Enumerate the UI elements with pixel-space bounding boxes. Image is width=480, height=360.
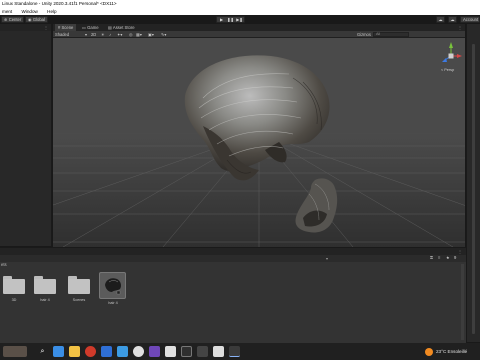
opera-icon[interactable] bbox=[85, 346, 96, 357]
lighting-toggle-icon[interactable]: ☀ bbox=[101, 32, 105, 37]
cloud-icon[interactable]: ☁ bbox=[448, 16, 457, 23]
unity-editor-icon[interactable] bbox=[213, 346, 224, 357]
project-breadcrumb[interactable]: ets bbox=[1, 262, 7, 267]
weather-icon bbox=[425, 348, 433, 356]
pause-button[interactable]: ❚❚ bbox=[226, 17, 235, 22]
scene-view-toolbar: Shaded ▾ 2D ☀ ♪ ✦▾ ◎ ▦▾ ▣▾ ✎▾ Gizmos All bbox=[53, 31, 465, 38]
collab-icon[interactable]: ☁ bbox=[436, 16, 445, 23]
game-tab-icon: ▭ bbox=[82, 25, 86, 30]
scene-tab-icon: # bbox=[58, 25, 61, 30]
asset-label: hair 4 bbox=[108, 301, 118, 305]
file-explorer-icon[interactable] bbox=[69, 346, 80, 357]
projection-label[interactable]: < Persp bbox=[441, 68, 454, 72]
menu-item-ment[interactable]: ment bbox=[2, 8, 12, 15]
asset-label: 3D bbox=[11, 298, 17, 302]
project-scrollbar[interactable] bbox=[461, 264, 464, 340]
center-icon: ⊕ bbox=[4, 17, 8, 22]
shading-mode-dropdown[interactable]: Shaded bbox=[55, 32, 69, 37]
mail-icon[interactable] bbox=[101, 346, 112, 357]
effects-dropdown-icon[interactable]: ✦▾ bbox=[117, 32, 123, 37]
audio-toggle-icon[interactable]: ♪ bbox=[109, 32, 111, 37]
taskview-icon[interactable] bbox=[53, 346, 64, 357]
lock-icon[interactable]: ⚿ bbox=[430, 255, 433, 260]
windows-taskbar: ⌕ 23°C Ensoleillé bbox=[0, 343, 480, 360]
account-button[interactable]: Account bbox=[460, 16, 480, 23]
scene-tab-label: Scene bbox=[61, 25, 74, 30]
count-badge: 9 bbox=[454, 255, 457, 260]
scene-tab-strip: # Scene ▭ Game ▤ Asset Store ⋮ bbox=[53, 24, 465, 31]
menu-bar: ment Window Help bbox=[0, 8, 480, 15]
asset-store-tab-label: Asset Store bbox=[112, 25, 135, 30]
tab-scene[interactable]: # Scene bbox=[55, 24, 77, 31]
tab-asset-store[interactable]: ▤ Asset Store bbox=[105, 24, 138, 31]
gizmos-dropdown[interactable]: Gizmos bbox=[357, 32, 371, 37]
dropdown-arrow-icon: ▾ bbox=[85, 32, 88, 37]
app-icon[interactable] bbox=[181, 346, 192, 357]
asset-label: Scenes bbox=[72, 298, 86, 302]
taskbar-thumbnail[interactable] bbox=[3, 346, 27, 357]
favorite-icon[interactable]: ★ bbox=[446, 255, 450, 260]
global-label: Global bbox=[32, 17, 45, 22]
scene-viewport[interactable]: < Persp bbox=[53, 38, 465, 247]
hidden-objects-icon[interactable]: ◎ bbox=[129, 32, 133, 37]
scene-search-placeholder: All bbox=[376, 32, 381, 36]
center-label: Center bbox=[8, 17, 22, 22]
edge-icon[interactable] bbox=[117, 346, 128, 357]
unity-hub-icon[interactable] bbox=[165, 346, 176, 357]
menu-item-help[interactable]: Help bbox=[47, 8, 56, 15]
menu-item-window[interactable]: Window bbox=[22, 8, 38, 15]
window-title: Linux Standalone - Unity 2020.3.41f1 Per… bbox=[0, 0, 480, 8]
folder-icon bbox=[3, 276, 25, 294]
project-collapse-icon[interactable]: ▾ bbox=[326, 256, 328, 261]
hierarchy-panel: ⋮ bbox=[0, 24, 52, 246]
scene-search-input[interactable]: All bbox=[373, 32, 409, 37]
project-panel-menu-icon[interactable]: ⋮ bbox=[458, 249, 462, 254]
weather-status[interactable]: 23°C Ensoleillé bbox=[436, 346, 467, 357]
inspector-panel bbox=[466, 24, 480, 342]
visual-studio-icon[interactable] bbox=[149, 346, 160, 357]
filter-icon[interactable]: ≡ bbox=[438, 255, 440, 260]
mode-2d-toggle[interactable]: 2D bbox=[91, 32, 96, 37]
tab-game[interactable]: ▭ Game bbox=[79, 24, 102, 31]
folder-icon bbox=[34, 276, 56, 294]
asset-store-tab-icon: ▤ bbox=[108, 25, 112, 30]
scene-render bbox=[53, 38, 465, 247]
scene-panel-menu-icon[interactable]: ⋮ bbox=[458, 25, 462, 30]
asset-folder-scenes[interactable]: Scenes bbox=[65, 273, 93, 302]
grid-toggle-icon[interactable]: ▦▾ bbox=[136, 32, 142, 37]
asset-label: hair 4 bbox=[40, 298, 50, 302]
asset-model-hair-4[interactable]: hair 4 bbox=[99, 272, 127, 305]
playback-controls: ▶ ❚❚ ▶❚ bbox=[216, 16, 245, 23]
folder-icon bbox=[68, 276, 90, 294]
asset-folder-3d[interactable]: 3D bbox=[0, 273, 28, 302]
step-button[interactable]: ▶❚ bbox=[235, 17, 244, 22]
app-icon-2[interactable] bbox=[197, 346, 208, 357]
model-thumbnail bbox=[99, 272, 126, 299]
chrome-icon[interactable] bbox=[133, 346, 144, 357]
pivot-center-toggle[interactable]: ⊕ Center bbox=[1, 16, 25, 23]
unity-active-icon[interactable] bbox=[229, 346, 240, 357]
search-icon[interactable]: ⌕ bbox=[37, 346, 48, 357]
global-icon: ◉ bbox=[28, 17, 32, 22]
pivot-global-toggle[interactable]: ◉ Global bbox=[25, 16, 48, 23]
panel-menu-icon[interactable]: ⋮ bbox=[44, 25, 48, 30]
project-toolbar: ▾ ⚿ ≡ ★ 9 bbox=[0, 255, 466, 262]
play-button[interactable]: ▶ bbox=[217, 17, 226, 22]
tools-icon[interactable]: ✎▾ bbox=[161, 32, 167, 37]
camera-settings-icon[interactable]: ▣▾ bbox=[148, 32, 154, 37]
inspector-scrollbar[interactable] bbox=[472, 44, 475, 334]
game-tab-label: Game bbox=[87, 25, 99, 30]
main-toolbar: ⊕ Center ◉ Global ▶ ❚❚ ▶❚ ☁ ☁ Account bbox=[0, 15, 480, 24]
project-tab-row: ⋮ bbox=[0, 247, 466, 255]
asset-folder-hair-4[interactable]: hair 4 bbox=[31, 273, 59, 302]
